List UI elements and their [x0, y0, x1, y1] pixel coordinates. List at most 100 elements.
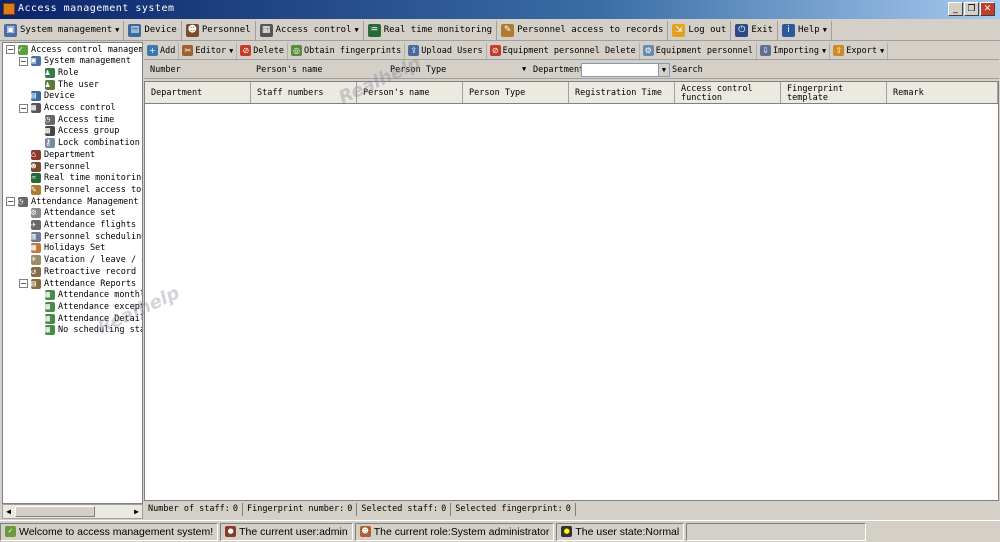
menu-log-out[interactable]: ⇲ Log out: [668, 20, 732, 40]
column-header[interactable]: Staff numbers: [251, 82, 357, 103]
tree-item[interactable]: ▦No scheduling stati: [45, 325, 142, 336]
vacation-icon: ☀: [31, 255, 41, 266]
clock-icon: ◷: [45, 114, 55, 125]
menu-personnel-access-to-records[interactable]: ✎ Personnel access to records: [497, 20, 669, 40]
column-header[interactable]: Person Type: [463, 82, 569, 103]
tree-item-label: Holidays Set: [44, 243, 106, 254]
calendar-icon: ▦: [31, 243, 41, 254]
column-header[interactable]: Person's name: [357, 82, 463, 103]
upload-users-button[interactable]: ⇪ Upload Users: [405, 42, 487, 59]
user-state-text: The user state:Normal: [575, 525, 680, 538]
toolbar-button-label: Export: [846, 45, 877, 56]
tree-item-label: Access group: [58, 126, 120, 137]
main-menu-bar: ▣ System management ▼ ▤ Device ☻ Personnel ▦ Acc…: [0, 20, 1000, 41]
editor-button[interactable]: ✂ Editor ▼: [179, 42, 238, 59]
counter-label: Fingerprint number:: [247, 504, 345, 514]
group-icon: ▩: [45, 126, 55, 137]
tree-item[interactable]: ▦Attendance exceptio: [45, 301, 142, 312]
tree-item[interactable]: ⚷ Lock combination: [45, 138, 140, 149]
column-header[interactable]: Access control function: [675, 82, 781, 103]
counter-item: Selected fingerprint: 0: [451, 503, 576, 516]
restore-icon[interactable]: ❐: [964, 2, 979, 16]
tree-item[interactable]: ☻ Personnel: [31, 161, 90, 172]
tree-item[interactable]: ♟ The user: [45, 79, 99, 90]
tree-item-label: No scheduling stati: [58, 325, 142, 336]
tree-item[interactable]: ☀Vacation / leave / ove: [31, 255, 142, 266]
tree-item[interactable]: ♟ Role: [45, 67, 78, 78]
chevron-down-icon[interactable]: ▼: [658, 64, 669, 76]
column-header[interactable]: Department: [145, 82, 251, 103]
menu-personnel[interactable]: ☻ Personnel: [182, 20, 256, 40]
delete-icon: ⊘: [489, 45, 501, 56]
collapse-toggle-icon[interactable]: −: [6, 197, 15, 207]
tree-item[interactable]: ✎Personnel access to re: [31, 184, 142, 195]
department-select[interactable]: ▼: [581, 63, 670, 77]
tree-item[interactable]: ▦ Attendance Detail: [45, 313, 142, 324]
toolbar-button-label: Upload Users: [421, 45, 483, 56]
export-button[interactable]: ⇧ Export ▼: [830, 42, 889, 59]
tree-item[interactable]: ▦ Holidays Set: [31, 243, 105, 254]
tree-item[interactable]: ↺ Retroactive record: [31, 266, 136, 277]
navigation-tree: −✓Access control management−▣System mana…: [2, 42, 143, 504]
column-header[interactable]: Fingerprint template: [781, 82, 887, 103]
column-header[interactable]: Remark: [887, 82, 998, 103]
tree-item-label: The user: [58, 79, 99, 90]
tree-item[interactable]: ✈ Attendance flights: [31, 220, 136, 231]
toolbar-button-label: Editor: [195, 45, 227, 56]
menu-access-control[interactable]: ▦ Access control ▼: [256, 20, 364, 40]
tree-item[interactable]: ✓Access control management: [18, 44, 142, 55]
collapse-toggle-icon[interactable]: −: [19, 103, 28, 113]
toolbar-button-label: Importing: [772, 45, 820, 56]
chevron-down-icon[interactable]: ▼: [522, 65, 526, 73]
search-button[interactable]: Search: [672, 65, 703, 75]
tree-item[interactable]: ♒ Real time monitoring: [31, 173, 142, 184]
tree-item[interactable]: ▤ Device: [31, 91, 75, 102]
tree-item[interactable]: ▤ Attendance Reports: [31, 278, 136, 289]
collapse-toggle-icon[interactable]: −: [6, 45, 15, 54]
tree-item[interactable]: ⚙ Attendance set: [31, 208, 116, 219]
app-icon: [3, 3, 15, 15]
menu-real-time-monitoring[interactable]: ♒ Real time monitoring: [364, 20, 498, 40]
checkbox-icon: ✓: [18, 44, 28, 55]
tree-item[interactable]: ⌂ Department: [31, 149, 95, 160]
menu-help[interactable]: i Help ▼: [778, 20, 832, 40]
column-header[interactable]: Registration Time: [569, 82, 675, 103]
importing-button[interactable]: ⇩ Importing ▼: [757, 42, 831, 59]
scroll-thumb[interactable]: [15, 506, 95, 517]
tree-item[interactable]: ▦ Attendance monthly: [45, 290, 143, 301]
minimize-icon[interactable]: _: [948, 2, 963, 16]
tree-item[interactable]: ▥ Personnel scheduling: [31, 231, 143, 242]
menu-label: Access control: [275, 25, 352, 35]
counter-item: Selected staff: 0: [357, 503, 452, 516]
tree-item[interactable]: ▦ Access control: [31, 103, 116, 114]
collapse-toggle-icon[interactable]: −: [19, 279, 28, 288]
computer-icon: ▣: [31, 56, 41, 67]
tree-item-label: Attendance monthly: [58, 290, 143, 301]
report-icon: ▤: [31, 278, 41, 289]
tree-item[interactable]: ▣ System management: [31, 56, 131, 67]
tree-item[interactable]: ▩ Access group: [45, 126, 119, 137]
menu-exit[interactable]: ⏻ Exit: [731, 20, 779, 40]
add-button[interactable]: + Add: [144, 42, 180, 59]
toolbar-button-label: Equipment personnel: [655, 45, 753, 56]
equipment-personnel-button[interactable]: ⚙ Equipment personnel: [640, 42, 757, 59]
equipment-personnel-delete-button[interactable]: ⊘ Equipment personnel Delete: [487, 42, 640, 59]
menu-device[interactable]: ▤ Device: [124, 20, 182, 40]
tree-horizontal-scrollbar[interactable]: ◀ ▶: [2, 504, 143, 519]
scroll-left-icon[interactable]: ◀: [3, 505, 14, 518]
title-bar: Access management system _ ❐ ✕: [0, 0, 1000, 19]
tree-item[interactable]: ◷ Attendance Management: [18, 196, 138, 207]
tree-item-label: Vacation / leave / ove: [44, 255, 142, 266]
collapse-toggle-icon[interactable]: −: [19, 56, 28, 66]
upload-icon: ⇪: [408, 45, 420, 56]
close-icon[interactable]: ✕: [980, 2, 995, 16]
menu-system-management[interactable]: ▣ System management ▼: [0, 20, 125, 40]
current-role-text: The current role:System administrator: [373, 525, 550, 538]
delete-button[interactable]: ⊘ Delete: [237, 42, 289, 59]
counter-label: Number of staff:: [148, 504, 230, 514]
access-icon: ▦: [31, 103, 41, 113]
obtain-fingerprints-button[interactable]: ◎ Obtain fingerprints: [288, 42, 406, 59]
tree-item[interactable]: ◷ Access time: [45, 114, 114, 125]
tree-item-label: Personnel scheduling: [44, 231, 143, 242]
scroll-right-icon[interactable]: ▶: [131, 505, 142, 518]
